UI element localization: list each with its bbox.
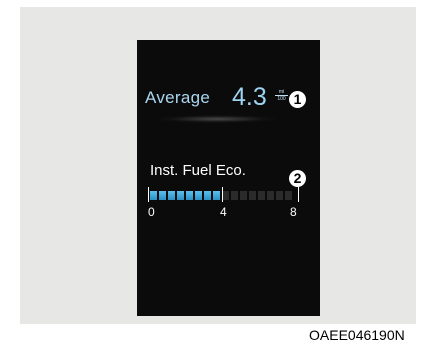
unit-numerator: mi — [278, 89, 285, 95]
gauge-segment — [258, 191, 265, 200]
gauge-segment — [231, 191, 238, 200]
gauge-segment — [222, 191, 229, 200]
gauge-segment — [195, 191, 202, 200]
gauge-segment — [204, 191, 211, 200]
gauge-segment — [285, 191, 292, 200]
gauge-segment — [177, 191, 184, 200]
average-unit: mi 100 — [275, 89, 288, 102]
gauge-tick-min — [148, 187, 149, 202]
gauge-segment — [213, 191, 220, 200]
gauge-label-min: 0 — [148, 205, 155, 219]
gauge-segment — [240, 191, 247, 200]
divider-glow — [157, 115, 277, 123]
gauge-tick-max — [298, 187, 299, 202]
figure-code: OAEE046190N — [309, 327, 405, 343]
gauge-segment — [249, 191, 256, 200]
gauge-segment — [276, 191, 283, 200]
gauge-segment — [159, 191, 166, 200]
gauge-segment — [168, 191, 175, 200]
instant-fuel-economy-gauge — [148, 187, 300, 202]
unit-denominator: 100 — [275, 95, 288, 102]
average-value: 4.3 — [232, 83, 267, 111]
callout-2: 2 — [289, 170, 306, 187]
gauge-label-max: 8 — [290, 205, 297, 219]
gauge-tick-mid — [222, 187, 223, 202]
gauge-segment — [186, 191, 193, 200]
gauge-label-mid: 4 — [220, 205, 227, 219]
average-label: Average — [145, 88, 211, 107]
gauge-segment — [150, 191, 157, 200]
instant-fuel-economy-title: Inst. Fuel Eco. — [150, 162, 246, 179]
callout-1: 1 — [289, 91, 306, 108]
gauge-segment — [267, 191, 274, 200]
